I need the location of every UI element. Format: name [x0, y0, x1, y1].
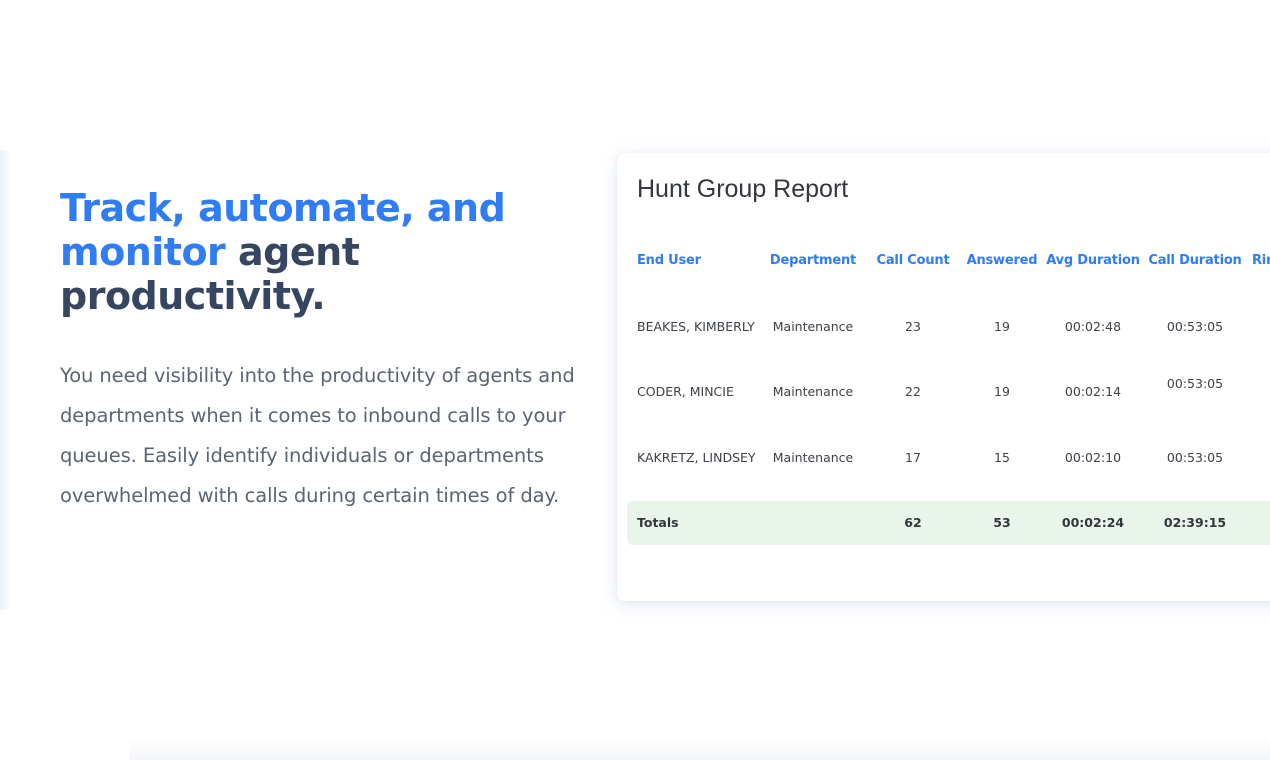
cell-call-count: 23 [905, 319, 921, 334]
column-header-answered: Answered [966, 253, 1038, 268]
cell-call-duration: 00:53:05 [1166, 376, 1224, 391]
hunt-group-report-card: Hunt Group Report End User Department Ca… [617, 153, 1270, 601]
column-header-avg-duration: Avg Duration [1046, 253, 1140, 268]
cell-avg-duration: 00:02:48 [1064, 319, 1122, 334]
cell-end-user: BEAKES, KIMBERLY [637, 319, 755, 334]
cell-end-user: CODER, MINCIE [637, 384, 734, 399]
cell-department: Maintenance [772, 319, 854, 334]
cell-department: Maintenance [772, 384, 854, 399]
cell-call-count: 17 [905, 450, 921, 465]
report-title: Hunt Group Report [637, 175, 849, 203]
column-header-ring: Rin [1252, 253, 1270, 268]
column-header-department: Department [769, 253, 857, 268]
cell-answered: 15 [994, 450, 1010, 465]
cell-call-duration: 00:53:05 [1166, 450, 1224, 465]
totals-call-duration: 02:39:15 [1163, 515, 1227, 530]
totals-answered: 53 [993, 515, 1011, 530]
left-edge-shadow [0, 150, 12, 610]
cell-end-user: KAKRETZ, LINDSEY [637, 450, 756, 465]
column-header-call-duration: Call Duration [1148, 253, 1242, 268]
column-header-call-count: Call Count [876, 253, 950, 268]
totals-label: Totals [637, 515, 679, 530]
bottom-edge-shadow [130, 738, 1270, 760]
cell-avg-duration: 00:02:10 [1064, 450, 1122, 465]
cell-call-duration: 00:53:05 [1166, 319, 1224, 334]
totals-avg-duration: 00:02:24 [1061, 515, 1125, 530]
hero-description: You need visibility into the productivit… [60, 364, 575, 507]
totals-call-count: 62 [904, 515, 922, 530]
column-header-end-user: End User [637, 253, 701, 268]
cell-avg-duration: 00:02:14 [1064, 384, 1122, 399]
hero-headline: Track, automate, and monitor agent produ… [60, 186, 580, 318]
cell-call-count: 22 [905, 384, 921, 399]
cell-answered: 19 [994, 319, 1010, 334]
cell-department: Maintenance [772, 450, 854, 465]
cell-answered: 19 [994, 384, 1010, 399]
